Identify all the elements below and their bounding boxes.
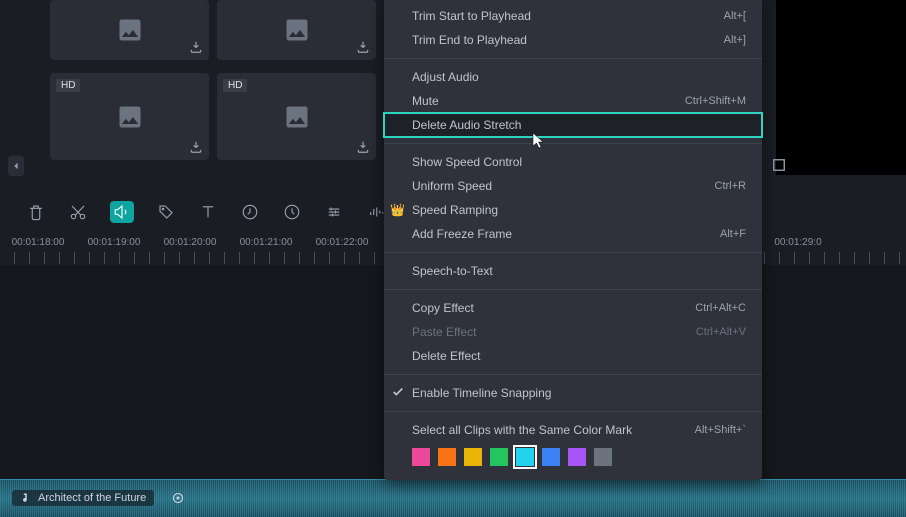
fullscreen-icon[interactable]: [772, 158, 786, 175]
hd-badge: HD: [56, 79, 80, 92]
audio-clip[interactable]: Architect of the Future: [0, 479, 906, 517]
menu-show-speed-control[interactable]: Show Speed Control: [384, 150, 762, 174]
media-thumb[interactable]: HD: [50, 73, 209, 160]
color-swatch[interactable]: [464, 448, 482, 466]
menu-delete-audio-stretch[interactable]: Delete Audio Stretch: [384, 113, 762, 137]
music-note-icon: [20, 492, 32, 504]
menu-separator: [384, 252, 762, 253]
menu-mute[interactable]: MuteCtrl+Shift+M: [384, 89, 762, 113]
menu-add-freeze-frame[interactable]: Add Freeze FrameAlt+F: [384, 222, 762, 246]
download-icon[interactable]: [356, 40, 372, 56]
tag-icon[interactable]: [156, 202, 176, 222]
color-swatch-row: [384, 442, 762, 468]
menu-paste-effect[interactable]: Paste EffectCtrl+Alt+V: [384, 320, 762, 344]
equalizer-icon[interactable]: [366, 202, 386, 222]
speed-back-icon[interactable]: [240, 202, 260, 222]
menu-separator: [384, 374, 762, 375]
speed-icon[interactable]: [282, 202, 302, 222]
context-menu: Trim Start to PlayheadAlt+[ Trim End to …: [384, 0, 762, 480]
clip-title: Architect of the Future: [38, 492, 146, 504]
menu-trim-start[interactable]: Trim Start to PlayheadAlt+[: [384, 4, 762, 28]
menu-delete-effect[interactable]: Delete Effect: [384, 344, 762, 368]
clip-marker-icon: [172, 492, 184, 507]
hd-badge: HD: [223, 79, 247, 92]
download-icon[interactable]: [356, 140, 372, 156]
menu-separator: [384, 58, 762, 59]
delete-icon[interactable]: [26, 202, 46, 222]
menu-uniform-speed[interactable]: Uniform SpeedCtrl+R: [384, 174, 762, 198]
menu-speech-to-text[interactable]: Speech-to-Text: [384, 259, 762, 283]
menu-select-same-color[interactable]: Select all Clips with the Same Color Mar…: [384, 418, 762, 442]
color-swatch[interactable]: [594, 448, 612, 466]
media-panel: HD HD: [50, 0, 380, 165]
menu-trim-end[interactable]: Trim End to PlayheadAlt+]: [384, 28, 762, 52]
menu-enable-snapping[interactable]: Enable Timeline Snapping: [384, 381, 762, 405]
media-thumb[interactable]: HD: [217, 73, 376, 160]
collapse-panel-button[interactable]: [8, 156, 24, 176]
crown-icon: 👑: [390, 203, 405, 217]
menu-speed-ramping[interactable]: 👑Speed Ramping: [384, 198, 762, 222]
menu-separator: [384, 289, 762, 290]
menu-copy-effect[interactable]: Copy EffectCtrl+Alt+C: [384, 296, 762, 320]
menu-adjust-audio[interactable]: Adjust Audio: [384, 65, 762, 89]
cut-icon[interactable]: [68, 202, 88, 222]
color-swatch[interactable]: [516, 448, 534, 466]
color-swatch[interactable]: [438, 448, 456, 466]
color-swatch[interactable]: [568, 448, 586, 466]
download-icon[interactable]: [189, 40, 205, 56]
menu-separator: [384, 143, 762, 144]
preview-panel: [776, 0, 906, 175]
check-icon: [392, 386, 404, 401]
menu-separator: [384, 411, 762, 412]
mouse-cursor-icon: [532, 132, 546, 153]
download-icon[interactable]: [189, 140, 205, 156]
adjust-icon[interactable]: [324, 202, 344, 222]
color-swatch[interactable]: [412, 448, 430, 466]
text-icon[interactable]: [198, 202, 218, 222]
media-thumb[interactable]: [217, 0, 376, 60]
color-swatch[interactable]: [490, 448, 508, 466]
audio-stretch-icon[interactable]: [110, 201, 134, 223]
media-thumb[interactable]: [50, 0, 209, 60]
clip-label: Architect of the Future: [12, 490, 154, 506]
color-swatch[interactable]: [542, 448, 560, 466]
